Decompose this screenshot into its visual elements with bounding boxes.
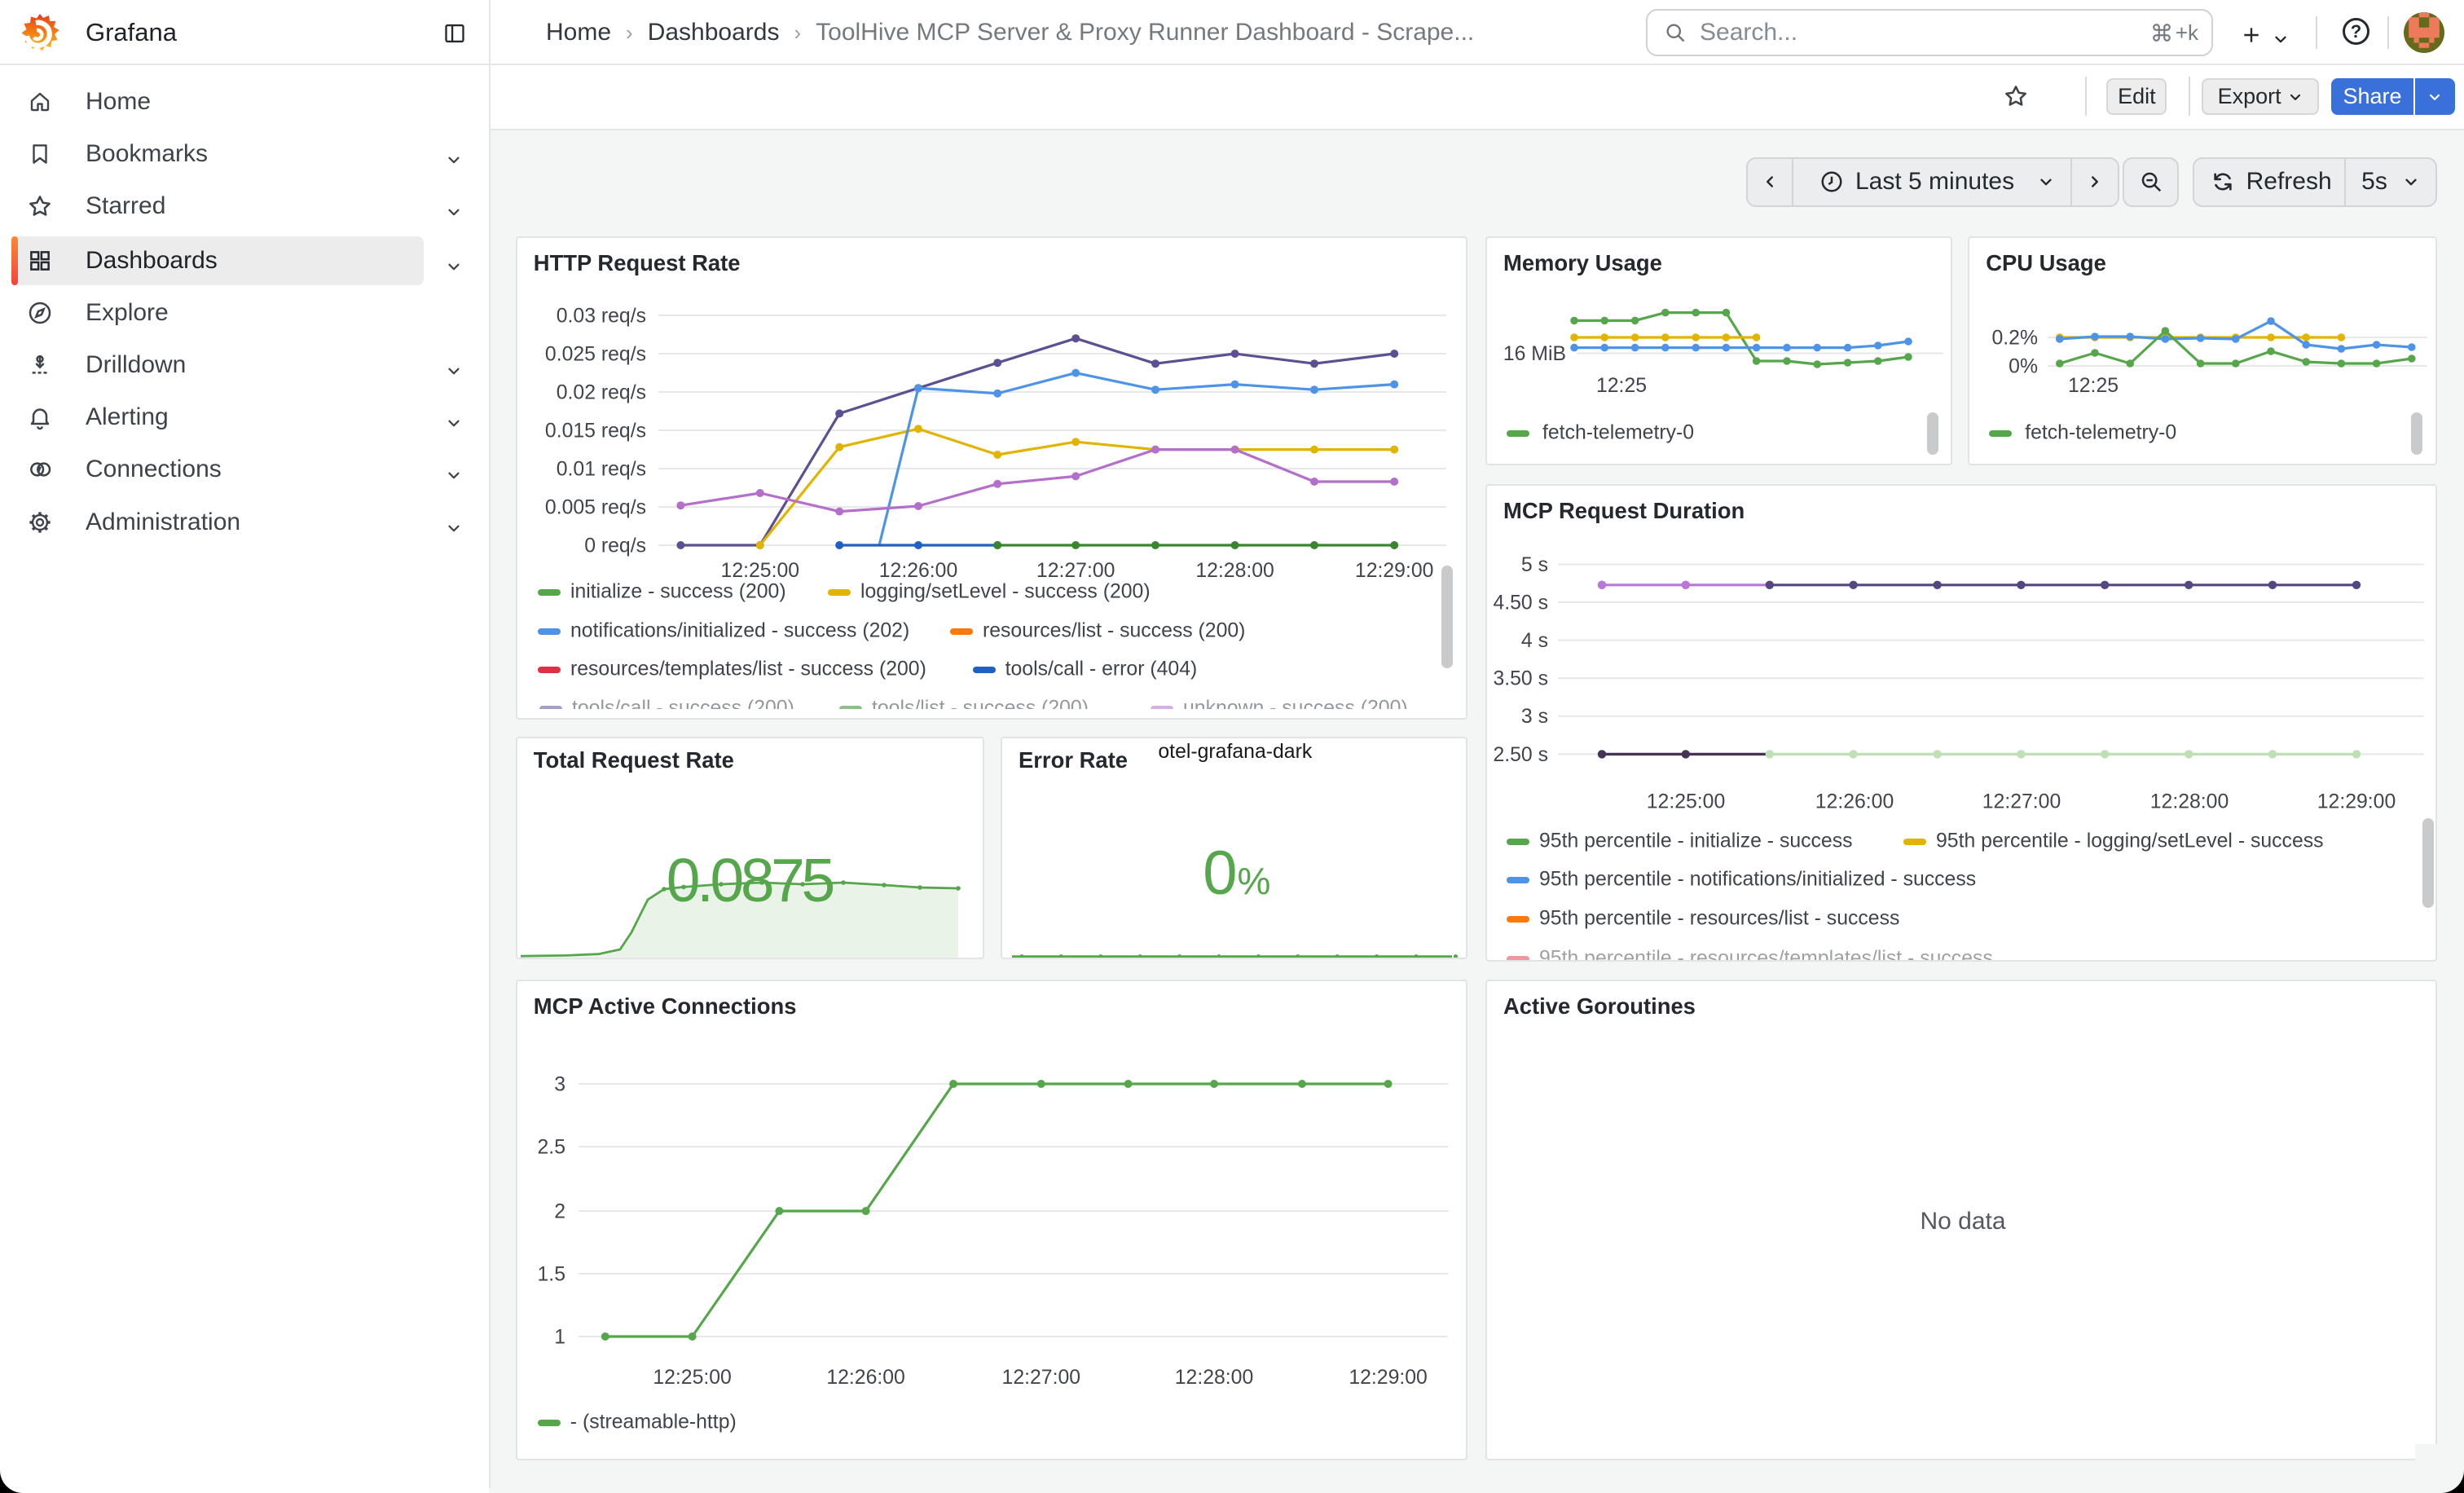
svg-text:12:26:00: 12:26:00 xyxy=(1815,791,1894,813)
svg-text:12:25:00: 12:25:00 xyxy=(720,560,799,582)
svg-text:1.5: 1.5 xyxy=(537,1263,565,1285)
svg-text:12:26:00: 12:26:00 xyxy=(879,560,958,582)
svg-text:0.2%: 0.2% xyxy=(1992,327,2039,349)
svg-text:12:28:00: 12:28:00 xyxy=(1175,1367,1254,1389)
svg-text:12:28:00: 12:28:00 xyxy=(2150,791,2229,813)
svg-text:12:27:00: 12:27:00 xyxy=(1036,560,1115,582)
svg-text:2: 2 xyxy=(554,1200,565,1222)
svg-text:3.50 s: 3.50 s xyxy=(1493,667,1548,689)
svg-text:4.50 s: 4.50 s xyxy=(1493,592,1548,614)
svg-text:1: 1 xyxy=(554,1326,565,1348)
svg-text:12:25: 12:25 xyxy=(1596,375,1647,397)
svg-text:0.025 req/s: 0.025 req/s xyxy=(545,343,646,365)
svg-text:12:25:00: 12:25:00 xyxy=(653,1367,732,1389)
svg-text:2.50 s: 2.50 s xyxy=(1493,743,1548,765)
svg-text:12:27:00: 12:27:00 xyxy=(1001,1367,1080,1389)
svg-text:16 MiB: 16 MiB xyxy=(1503,343,1566,365)
svg-text:12:29:00: 12:29:00 xyxy=(1349,1367,1428,1389)
svg-text:3: 3 xyxy=(554,1073,565,1095)
svg-text:12:25: 12:25 xyxy=(2068,375,2119,397)
svg-text:12:29:00: 12:29:00 xyxy=(2317,791,2396,813)
svg-text:0.02 req/s: 0.02 req/s xyxy=(557,381,646,403)
svg-text:12:26:00: 12:26:00 xyxy=(826,1367,905,1389)
svg-text:4 s: 4 s xyxy=(1521,630,1548,652)
svg-text:12:25:00: 12:25:00 xyxy=(1647,791,1726,813)
svg-text:0.03 req/s: 0.03 req/s xyxy=(557,305,646,327)
svg-text:3 s: 3 s xyxy=(1521,706,1548,728)
svg-text:12:28:00: 12:28:00 xyxy=(1195,560,1274,582)
svg-text:5 s: 5 s xyxy=(1521,553,1548,575)
svg-text:12:27:00: 12:27:00 xyxy=(1982,791,2061,813)
svg-text:0.005 req/s: 0.005 req/s xyxy=(545,496,646,518)
svg-text:2.5: 2.5 xyxy=(537,1136,565,1158)
svg-text:12:29:00: 12:29:00 xyxy=(1355,560,1434,582)
svg-text:0 req/s: 0 req/s xyxy=(584,535,646,557)
svg-text:0%: 0% xyxy=(2009,355,2038,377)
svg-text:0.015 req/s: 0.015 req/s xyxy=(545,420,646,442)
svg-text:0.01 req/s: 0.01 req/s xyxy=(557,458,646,480)
